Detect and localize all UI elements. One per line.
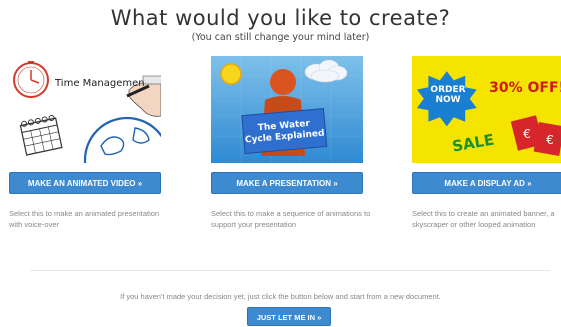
display-ad-description: Select this to create an animated banner… xyxy=(412,209,555,229)
make-animated-video-button[interactable]: MAKE AN ANIMATED VIDEO » xyxy=(9,172,161,194)
euro-icon: € xyxy=(523,127,531,141)
just-let-me-in-button[interactable]: JUST LET ME IN » xyxy=(247,307,331,326)
divider xyxy=(30,270,550,271)
card-display-ad: ORDER NOW 30% OFF! € € SALE MAKE A DISPLA… xyxy=(412,56,561,229)
presentation-thumbnail[interactable]: The WaterCycle Explained xyxy=(211,56,363,163)
footer-note: If you haven't made your decision yet, j… xyxy=(120,292,441,301)
animated-video-thumbnail-text: Time Managemen xyxy=(54,78,145,89)
animated-video-description: Select this to make an animated presenta… xyxy=(9,209,160,229)
page-subtitle: (You can still change your mind later) xyxy=(191,32,370,43)
card-animated-video: Time Managemen MAKE AN ANIMATED VIDEO » … xyxy=(9,56,169,229)
make-presentation-button[interactable]: MAKE A PRESENTATION » xyxy=(211,172,363,194)
presentation-description: Select this to make a sequence of animat… xyxy=(211,209,371,229)
make-display-ad-button[interactable]: MAKE A DISPLAY AD » xyxy=(412,172,561,194)
display-ad-order-text: ORDER NOW xyxy=(430,85,465,105)
page-title: What would you like to create? xyxy=(110,6,451,30)
euro-icon: € xyxy=(546,133,554,147)
display-ad-discount-text: 30% OFF! xyxy=(489,80,561,96)
animated-video-thumbnail[interactable]: Time Managemen xyxy=(9,56,161,163)
display-ad-thumbnail[interactable]: ORDER NOW 30% OFF! € € SALE xyxy=(412,56,561,163)
card-presentation: The WaterCycle Explained MAKE A PRESENTA… xyxy=(211,56,371,229)
